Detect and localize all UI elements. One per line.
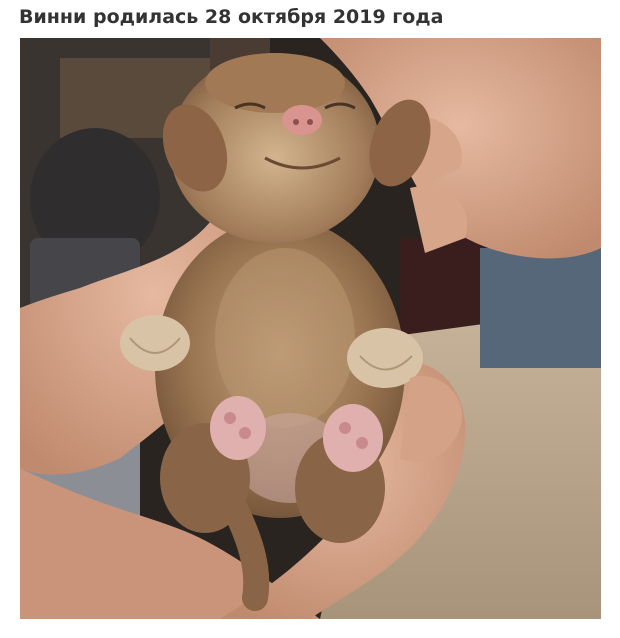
puppy-photo-illustration xyxy=(20,38,601,619)
puppy-hind-paw-right xyxy=(323,404,383,472)
puppy-nostril-left xyxy=(293,119,299,125)
puppy-photo xyxy=(20,38,601,619)
puppy-toe-pad-4 xyxy=(356,437,368,449)
puppy-toe-pad-2 xyxy=(239,427,251,439)
sleeve-blue xyxy=(480,248,601,368)
puppy-toe-pad-1 xyxy=(224,412,236,424)
post-title: Винни родилась 28 октября 2019 года xyxy=(19,6,444,28)
puppy-nose xyxy=(282,105,322,135)
puppy-nostril-right xyxy=(307,119,313,125)
puppy-paw-front-left xyxy=(120,315,190,371)
puppy-forehead xyxy=(205,53,345,113)
puppy-hind-paw-left xyxy=(210,396,266,460)
puppy-toe-pad-3 xyxy=(339,422,351,434)
